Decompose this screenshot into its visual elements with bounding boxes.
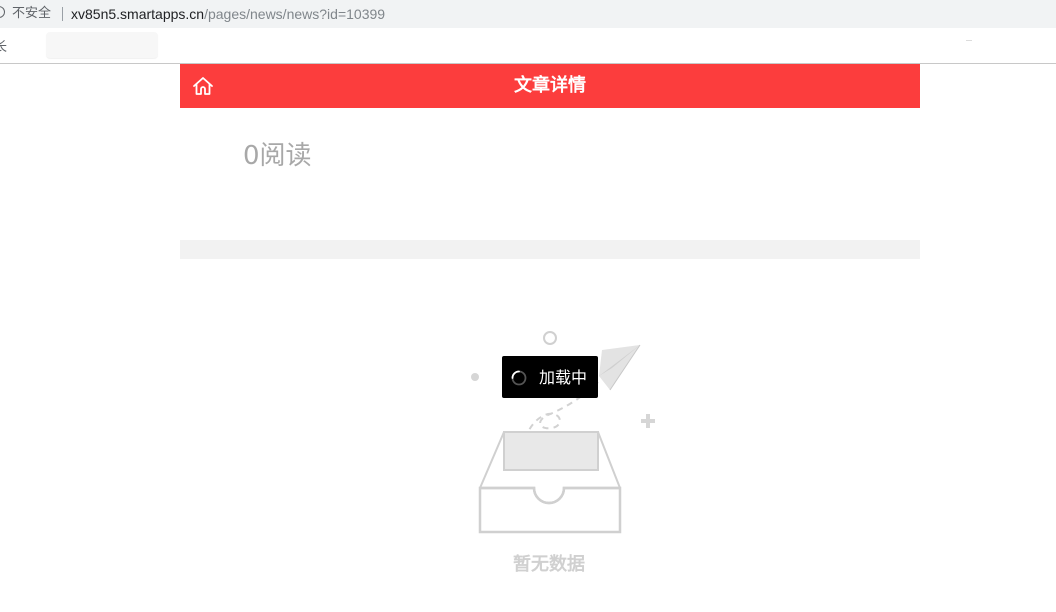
browser-address-bar: 不安全 xv85n5.smartapps.cn/pages/news/news?… (0, 0, 1056, 28)
empty-box-illustration (471, 331, 655, 534)
bookmarks-bar: 长 (0, 28, 1056, 64)
app-header: 文章详情 (180, 64, 920, 108)
home-icon[interactable] (192, 76, 214, 96)
bookmark-item[interactable] (46, 32, 158, 58)
read-count: 0阅读 (243, 141, 312, 171)
spinner-icon (511, 370, 527, 386)
loading-label: 加载中 (539, 368, 588, 387)
empty-state-text: 暂无数据 (513, 554, 585, 575)
page-title: 文章详情 (514, 75, 586, 96)
url-host: xv85n5.smartapps.cn (71, 6, 205, 22)
section-separator (180, 240, 920, 259)
site-info-icon[interactable] (0, 6, 5, 18)
url-path: /pages/news/news?id=10399 (204, 6, 386, 22)
url-field[interactable]: xv85n5.smartapps.cn/pages/news/news?id=1… (71, 4, 385, 24)
loading-toast: 加载中 (502, 356, 598, 398)
bookmark-separator (966, 40, 972, 41)
address-divider (62, 7, 63, 21)
security-status[interactable]: 不安全 (12, 5, 51, 23)
bookmark-partial-label[interactable]: 长 (0, 36, 7, 55)
